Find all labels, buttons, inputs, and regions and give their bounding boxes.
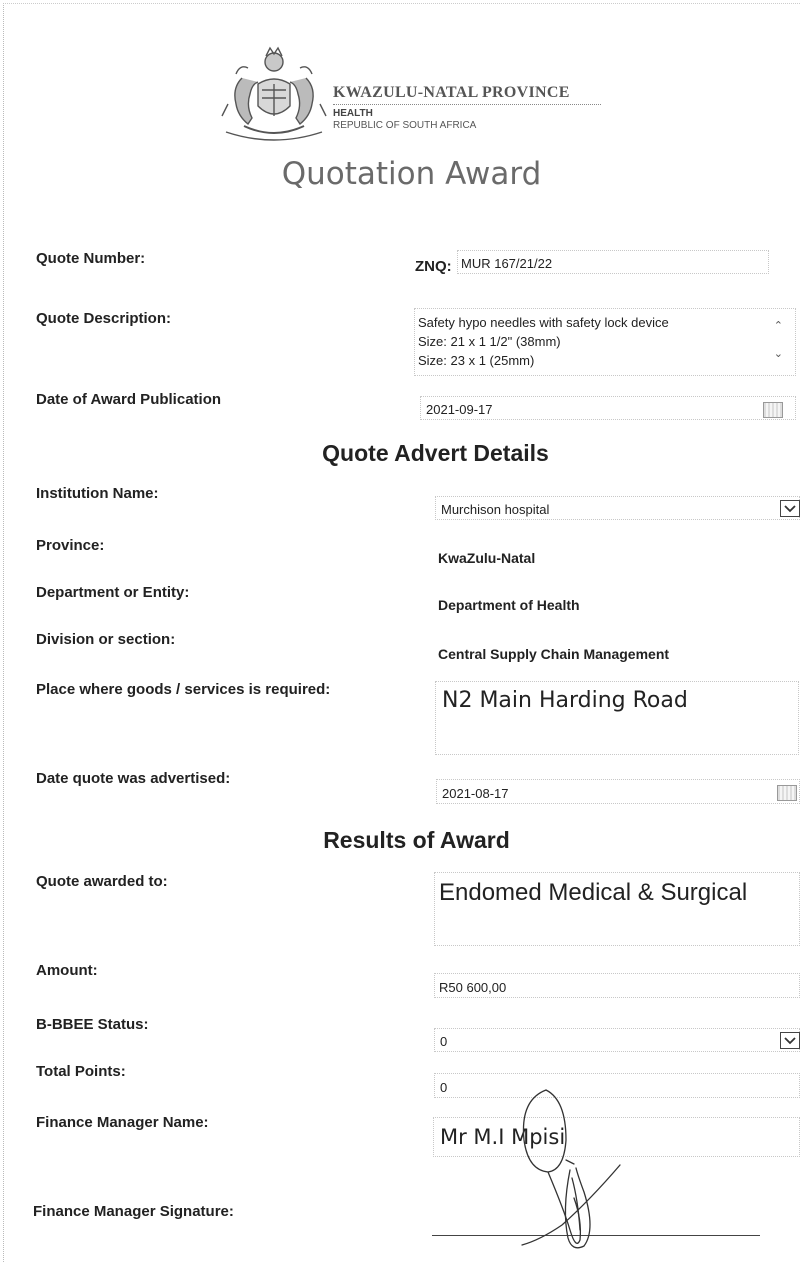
total-points-value: 0 (440, 1080, 448, 1095)
advertised-date-field[interactable]: 2021-08-17 (436, 779, 800, 804)
institution-select[interactable]: Murchison hospital (435, 496, 800, 520)
institution-label: Institution Name: (36, 485, 159, 502)
institution-value: Murchison hospital (441, 502, 550, 517)
department-label: Department or Entity: (36, 584, 190, 601)
scroll-up-icon[interactable]: ⌃ (774, 319, 783, 332)
org-divider (333, 104, 601, 105)
scroll-down-icon[interactable]: ⌄ (774, 347, 783, 360)
province-value: KwaZulu-Natal (438, 550, 536, 566)
results-heading: Results of Award (323, 827, 510, 853)
chevron-down-icon[interactable] (780, 500, 800, 517)
amount-value: R50 600,00 (439, 980, 507, 995)
quote-description-line2: Size: 21 x 1 1/2" (38mm) (418, 334, 561, 349)
chevron-down-icon[interactable] (780, 1032, 800, 1049)
org-name: KWAZULU-NATAL PROVINCE (333, 84, 570, 101)
quote-number-field[interactable]: MUR 167/21/22 (457, 250, 769, 274)
award-date-label: Date of Award Publication (36, 391, 222, 408)
fm-signature-label: Finance Manager Signature: (33, 1203, 234, 1220)
award-date-value: 2021-09-17 (426, 402, 493, 417)
division-value: Central Supply Chain Management (438, 646, 670, 662)
quote-description-line3: Size: 23 x 1 (25mm) (418, 353, 535, 368)
awarded-to-label: Quote awarded to: (36, 873, 168, 890)
amount-field[interactable]: R50 600,00 (434, 973, 800, 998)
province-label: Province: (36, 537, 105, 554)
advert-heading: Quote Advert Details (322, 440, 549, 466)
department-value: Department of Health (438, 597, 580, 613)
place-label: Place where goods / services is required… (36, 681, 331, 698)
award-date-field[interactable]: 2021-09-17 (420, 396, 796, 420)
bbbee-label: B-BBEE Status: (36, 1016, 149, 1033)
advertised-date-label: Date quote was advertised: (36, 770, 231, 787)
division-label: Division or section: (36, 631, 176, 648)
quote-description-field[interactable]: Safety hypo needles with safety lock dev… (414, 308, 796, 376)
handwritten-signature (500, 1060, 660, 1260)
country-name: REPUBLIC OF SOUTH AFRICA (333, 120, 477, 131)
advertised-date-value: 2021-08-17 (442, 786, 509, 801)
awarded-to-value: Endomed Medical & Surgical (439, 879, 748, 906)
awarded-to-field[interactable]: Endomed Medical & Surgical (434, 872, 800, 946)
quote-number-label: Quote Number: (36, 250, 146, 267)
fm-name-label: Finance Manager Name: (36, 1114, 209, 1131)
dept-name: HEALTH (333, 108, 373, 119)
quote-description-label: Quote Description: (36, 310, 172, 327)
calendar-icon[interactable] (763, 402, 783, 418)
amount-label: Amount: (36, 962, 98, 979)
page-title: Quotation Award (281, 156, 542, 192)
bbbee-select[interactable]: 0 (434, 1028, 800, 1052)
place-value: N2 Main Harding Road (442, 688, 688, 713)
quote-description-line1: Safety hypo needles with safety lock dev… (418, 315, 669, 330)
quote-number-value: MUR 167/21/22 (461, 256, 553, 271)
total-points-label: Total Points: (36, 1063, 126, 1080)
bbbee-value: 0 (440, 1034, 448, 1049)
quote-number-prefix: ZNQ: (415, 258, 452, 275)
place-field[interactable]: N2 Main Harding Road (435, 681, 799, 755)
calendar-icon[interactable] (777, 785, 797, 801)
coat-of-arms-logo (218, 44, 330, 144)
